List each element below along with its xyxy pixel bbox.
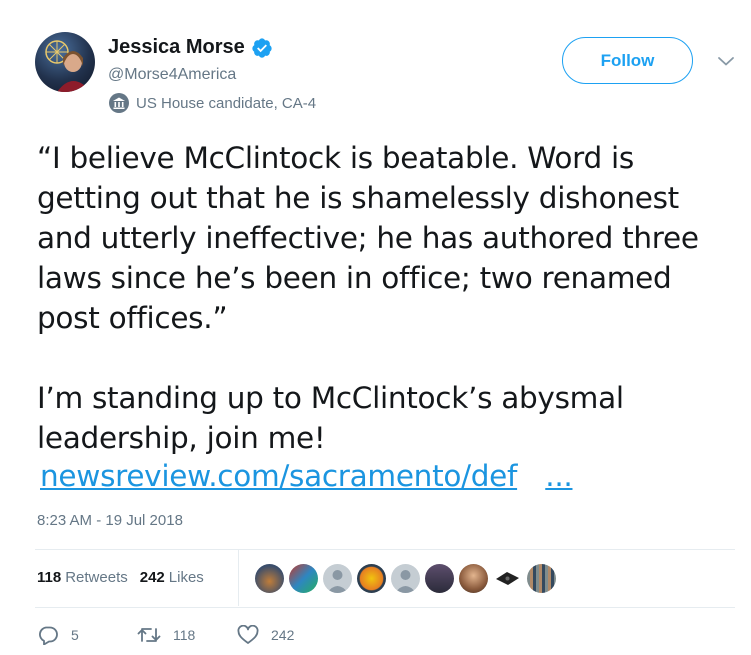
verified-badge-icon	[252, 37, 272, 58]
liker-avatar[interactable]	[391, 564, 420, 593]
tweet-actions: 5 118 242	[37, 625, 294, 645]
liker-avatar[interactable]	[289, 564, 318, 593]
retweet-icon	[137, 628, 161, 642]
chevron-down-icon[interactable]	[716, 54, 736, 68]
tweet-timestamp[interactable]: 8:23 AM - 19 Jul 2018	[37, 512, 183, 529]
like-icon	[237, 625, 259, 644]
retweets-stat-count: 118	[37, 569, 62, 586]
likes-stat[interactable]: 242 Likes	[140, 569, 204, 586]
user-name[interactable]: Jessica Morse	[108, 36, 245, 59]
tweet-link[interactable]: newsreview.com/sacramento/def	[40, 459, 517, 493]
likers-avatars	[255, 564, 556, 593]
user-label-text: US House candidate, CA-4	[136, 94, 317, 112]
liker-avatar[interactable]	[425, 564, 454, 593]
reply-count: 5	[71, 627, 79, 643]
like-count: 242	[271, 627, 295, 643]
liker-avatar[interactable]	[323, 564, 352, 593]
user-label-row: US House candidate, CA-4	[108, 92, 316, 114]
divider-top	[35, 549, 735, 550]
retweet-action[interactable]: 118	[137, 625, 237, 645]
tweet-text: “I believe McClintock is beatable. Word …	[37, 141, 699, 455]
like-action[interactable]: 242	[237, 625, 294, 645]
liker-avatar[interactable]	[255, 564, 284, 593]
liker-avatar[interactable]	[527, 564, 556, 593]
tweet-stats: 118 Retweets 242 Likes	[37, 569, 204, 586]
avatar-image	[45, 40, 91, 92]
reply-icon	[39, 626, 58, 645]
user-handle[interactable]: @Morse4America	[108, 66, 236, 84]
tweet-link-row: newsreview.com/sacramento/def ...	[40, 456, 573, 496]
retweets-stat[interactable]: 118 Retweets	[37, 569, 128, 586]
likes-stat-label: Likes	[168, 569, 204, 586]
stats-separator	[238, 550, 239, 606]
liker-avatar[interactable]	[357, 564, 386, 593]
liker-avatar[interactable]	[493, 564, 522, 593]
retweet-count: 118	[173, 627, 196, 643]
follow-button[interactable]: Follow	[562, 37, 693, 84]
government-label-icon	[109, 93, 129, 113]
reply-action[interactable]: 5	[37, 625, 137, 645]
avatar[interactable]	[35, 32, 95, 92]
liker-avatar[interactable]	[459, 564, 488, 593]
tweet-link-ellipsis[interactable]: ...	[545, 459, 573, 493]
likes-stat-count: 242	[139, 569, 165, 586]
user-name-row: Jessica Morse	[108, 36, 273, 59]
divider-bottom	[35, 607, 735, 608]
retweets-stat-label: Retweets	[65, 569, 128, 586]
